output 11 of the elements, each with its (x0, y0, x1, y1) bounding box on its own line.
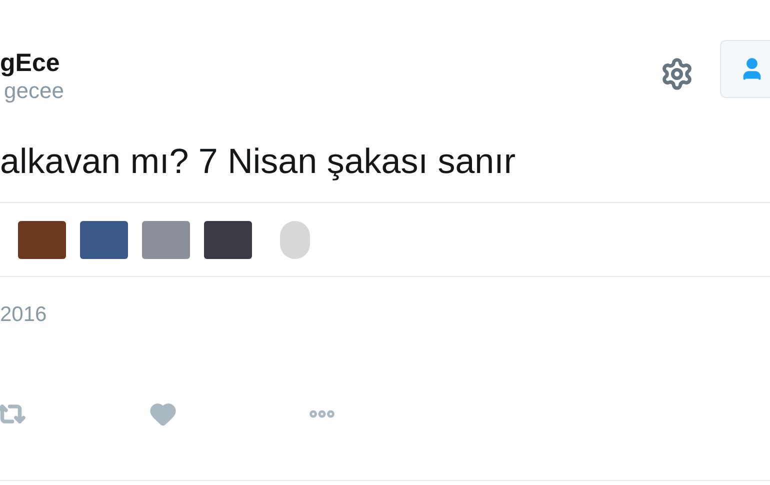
user-handle: gecee (4, 78, 64, 104)
follow-button[interactable] (720, 40, 770, 98)
avatar-photo-placeholder[interactable] (18, 220, 66, 258)
tweet-date: 2016 (0, 303, 47, 326)
settings-icon[interactable] (660, 57, 694, 91)
tweet-text: alkavan mı? 7 Nisan şakası sanır (0, 141, 517, 183)
avatar-photo-placeholder[interactable] (204, 220, 252, 258)
avatar-photo-placeholder[interactable] (280, 220, 310, 258)
user-name[interactable]: gEce (0, 48, 64, 78)
avatar-photo-placeholder[interactable] (142, 220, 190, 258)
avatar-photo-placeholder[interactable] (80, 220, 128, 258)
